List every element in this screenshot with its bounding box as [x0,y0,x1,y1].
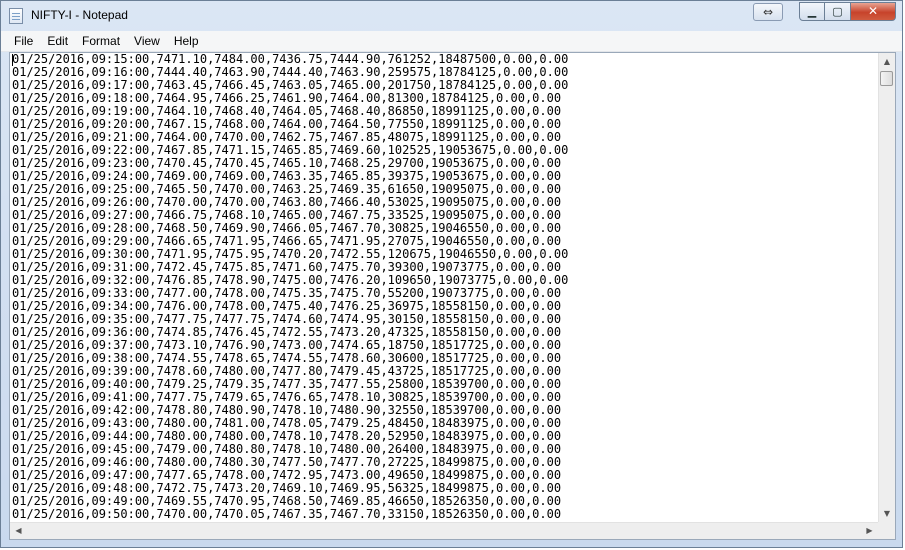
scroll-right-icon[interactable]: ▶ [861,523,878,539]
menu-file[interactable]: File [7,31,40,51]
close-icon: ✕ [867,4,879,18]
menu-view[interactable]: View [127,31,167,51]
vertical-scroll-thumb[interactable] [880,71,893,86]
menu-edit[interactable]: Edit [40,31,75,51]
maximize-button[interactable]: ▢ [825,2,851,21]
notepad-window: NIFTY-I - Notepad ⇔ ▁ ▢ ✕ File Edit Form… [0,0,903,548]
text-caret [12,54,13,66]
minimize-button[interactable]: ▁ [799,2,825,21]
scrollbar-corner [878,522,895,539]
menu-help[interactable]: Help [167,31,206,51]
close-button[interactable]: ✕ [851,2,896,21]
caption-buttons: ▁ ▢ ✕ [799,2,896,21]
vertical-scrollbar[interactable]: ▲ ▼ [878,53,895,522]
text-content[interactable]: 01/25/2016,09:15:00,7471.10,7484.00,7436… [10,53,878,522]
minimize-icon: ▁ [807,5,817,18]
text-line: 01/25/2016,09:50:00,7470.00,7470.05,7467… [12,507,562,521]
double-arrow-icon[interactable]: ⇔ [753,3,783,21]
menu-format[interactable]: Format [75,31,127,51]
maximize-icon: ▢ [832,5,843,18]
title-bar[interactable]: NIFTY-I - Notepad ⇔ ▁ ▢ ✕ [1,1,902,31]
notepad-icon[interactable] [9,8,23,24]
menu-bar: File Edit Format View Help [1,31,902,52]
horizontal-scrollbar[interactable]: ◀ ▶ [10,522,878,539]
scroll-down-icon[interactable]: ▼ [879,505,895,522]
scroll-up-icon[interactable]: ▲ [879,53,895,70]
text-editor[interactable]: 01/25/2016,09:15:00,7471.10,7484.00,7436… [9,52,896,540]
scroll-left-icon[interactable]: ◀ [10,523,27,539]
window-title: NIFTY-I - Notepad [31,8,128,22]
